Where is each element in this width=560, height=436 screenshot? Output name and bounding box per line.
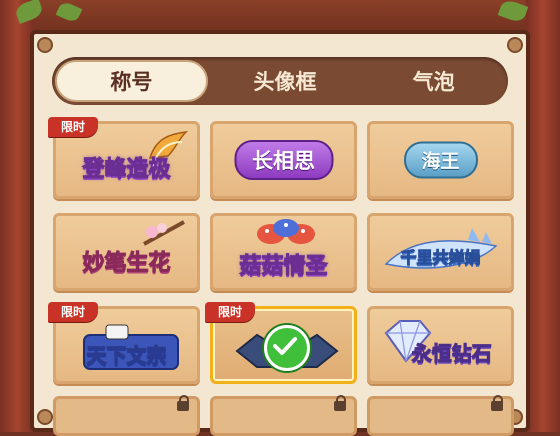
lock-icon <box>177 395 189 411</box>
tab-avatar-frame[interactable]: 头像框 <box>211 57 360 105</box>
title-card[interactable]: 限时 天下文宗 <box>48 302 200 384</box>
title-card[interactable]: 长相思 <box>210 121 357 199</box>
locked-title-card[interactable] <box>53 395 200 436</box>
title-card[interactable]: 限时 登峰造极 <box>48 117 200 199</box>
title-text: 海王 <box>403 141 478 179</box>
lock-icon <box>491 395 503 411</box>
title-text: 菇菇情圣 <box>239 253 328 279</box>
limited-badge: 限时 <box>48 117 98 137</box>
tab-titles[interactable]: 称号 <box>55 60 208 102</box>
locked-title-card[interactable] <box>210 395 357 436</box>
title-text: 千里共婵娟 <box>400 248 481 268</box>
title-card-selected[interactable]: 限时 武 <box>205 302 357 384</box>
title-card[interactable]: 千里共婵娟 <box>367 213 514 291</box>
title-card[interactable]: 永恒钻石 <box>367 306 514 384</box>
title-card[interactable]: 菇菇情圣 <box>210 213 357 291</box>
category-tabs: 称号 头像框 气泡 <box>52 57 508 105</box>
lock-icon <box>334 395 346 411</box>
rivet <box>507 37 523 53</box>
rivet <box>37 409 53 425</box>
right-curtain <box>526 0 560 432</box>
rivet <box>37 37 53 53</box>
title-text: 长相思 <box>234 140 333 180</box>
mushroom-icon <box>257 219 315 244</box>
title-text: 永恒钻石 <box>411 341 492 366</box>
equipped-check-icon <box>263 325 310 371</box>
title-text: 登峰造极 <box>82 157 171 183</box>
title-card[interactable]: 妙笔生花 <box>53 213 200 291</box>
title-card[interactable]: 海王 <box>367 121 514 199</box>
left-curtain <box>0 0 34 432</box>
limited-badge: 限时 <box>48 302 98 322</box>
locked-title-card[interactable] <box>367 395 514 436</box>
tab-chat-bubble[interactable]: 气泡 <box>359 57 508 105</box>
title-text: 妙笔生花 <box>82 250 171 276</box>
brush-icon <box>143 220 185 246</box>
title-text: 天下文宗 <box>86 343 167 368</box>
